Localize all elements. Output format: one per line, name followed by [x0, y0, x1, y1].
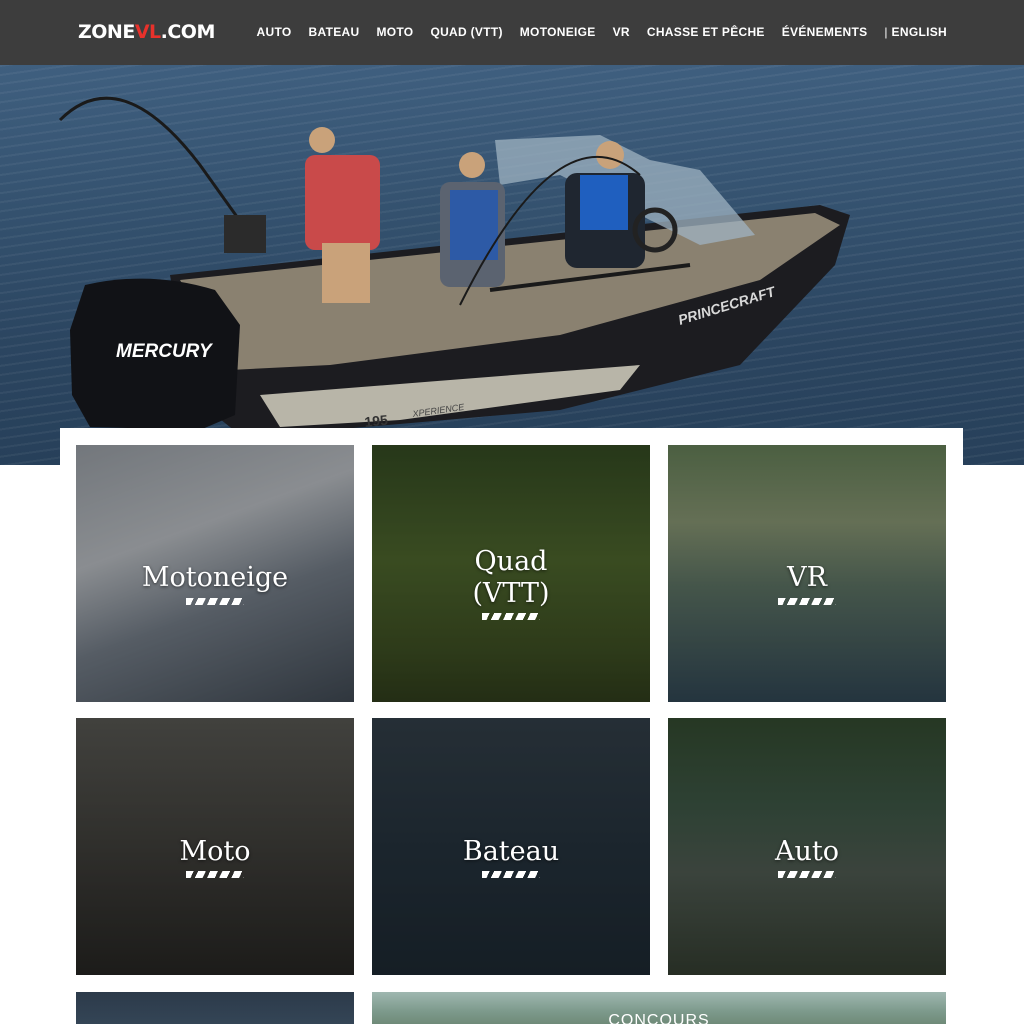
nav-quad[interactable]: QUAD (VTT)	[430, 25, 502, 39]
nav-separator: |	[884, 25, 888, 39]
promo-tile-left[interactable]	[76, 992, 354, 1024]
stripe-divider-icon	[186, 871, 244, 878]
stripe-divider-icon	[778, 598, 836, 605]
nav-motoneige[interactable]: MOTONEIGE	[520, 25, 596, 39]
category-tile-auto[interactable]: Auto	[668, 718, 946, 975]
nav-language-english[interactable]: ENGLISH	[892, 25, 947, 39]
category-tile-quad[interactable]: Quad (VTT)	[372, 445, 650, 702]
tile-label-motoneige: Motoneige	[141, 562, 289, 593]
nav-vr[interactable]: VR	[613, 25, 630, 39]
nav-chasse-peche[interactable]: CHASSE ET PÊCHE	[647, 25, 765, 39]
tile-label-bateau: Bateau	[462, 836, 560, 867]
category-tile-vr[interactable]: VR	[668, 445, 946, 702]
category-tile-bateau[interactable]: Bateau	[372, 718, 650, 975]
tile-label-vtt: (VTT)	[472, 578, 550, 609]
top-navigation-bar: ZONEVL.COM AUTO BATEAU MOTO QUAD (VTT) M…	[0, 0, 1024, 65]
nav-evenements[interactable]: ÉVÉNEMENTS	[782, 25, 868, 39]
category-tile-motoneige[interactable]: Motoneige	[76, 445, 354, 702]
tile-label-vr: VR	[787, 562, 827, 593]
hero-boat-illustration: MERCURY PRINCECRAFT 195 XPERIENCE	[58, 96, 850, 435]
contest-label: CONCOURS	[608, 1012, 710, 1024]
logo-text-vl: VL	[134, 21, 161, 43]
tile-label-moto: Moto	[179, 836, 251, 867]
site-logo[interactable]: ZONEVL.COM	[78, 21, 215, 43]
main-menu: AUTO BATEAU MOTO QUAD (VTT) MOTONEIGE VR…	[240, 25, 947, 39]
nav-bateau[interactable]: BATEAU	[309, 25, 360, 39]
tile-label-quad: Quad	[474, 546, 548, 577]
logo-text-com: .COM	[160, 21, 216, 43]
stripe-divider-icon	[482, 613, 540, 620]
motor-brand-text: MERCURY	[116, 341, 214, 362]
stripe-divider-icon	[778, 871, 836, 878]
stripe-divider-icon	[482, 871, 540, 878]
stripe-divider-icon	[186, 598, 244, 605]
category-tile-moto[interactable]: Moto	[76, 718, 354, 975]
tile-label-auto: Auto	[775, 836, 839, 867]
nav-moto[interactable]: MOTO	[376, 25, 413, 39]
hero-banner: MERCURY PRINCECRAFT 195 XPERIENCE	[0, 65, 1024, 465]
nav-auto[interactable]: AUTO	[257, 25, 292, 39]
logo-text-zone: ZONE	[78, 21, 135, 43]
contest-banner[interactable]: CONCOURS	[372, 992, 946, 1024]
